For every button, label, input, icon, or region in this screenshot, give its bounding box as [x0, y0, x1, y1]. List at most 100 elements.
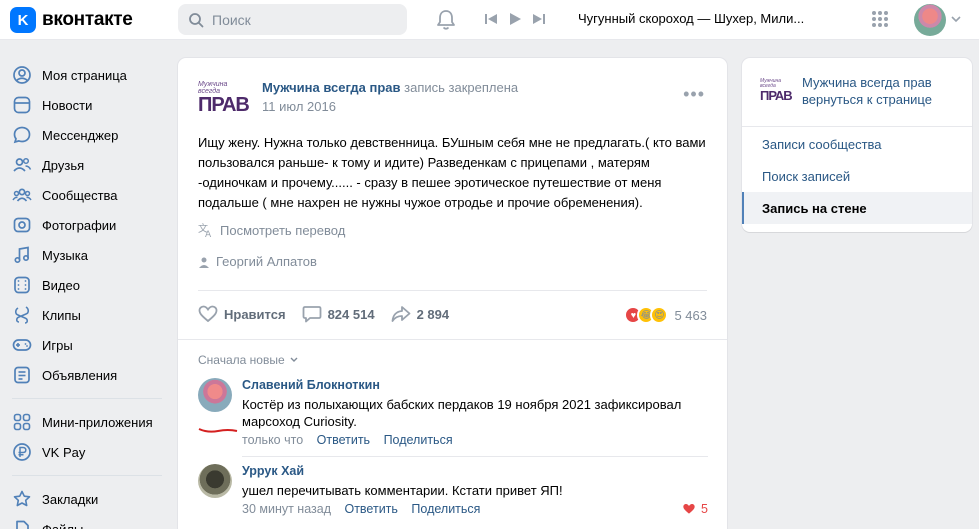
nav-item-chat[interactable]: Мессенджер — [12, 120, 172, 150]
commenter-name[interactable]: Уррук Хай — [242, 464, 708, 478]
next-track-icon[interactable] — [532, 12, 546, 26]
share-link[interactable]: Поделиться — [384, 433, 453, 447]
post-date[interactable]: 11 июл 2016 — [262, 99, 518, 114]
notifications-bell-icon[interactable] — [436, 9, 456, 34]
user-avatar[interactable] — [914, 4, 946, 36]
comment-footer: 30 минут назад Ответить Поделиться — [242, 502, 708, 516]
more-options-icon[interactable]: ••• — [683, 84, 705, 105]
post-author-link[interactable]: Мужчина всегда прав — [262, 80, 401, 95]
divider — [742, 126, 972, 127]
chevron-down-icon[interactable] — [951, 15, 961, 23]
nav-item-groups[interactable]: Сообщества — [12, 180, 172, 210]
nav-item-label: Объявления — [42, 367, 118, 383]
groups-icon — [12, 185, 32, 205]
back-to-page-link[interactable]: вернуться к странице — [802, 91, 932, 108]
chevron-down-icon — [290, 357, 298, 362]
menu-item-search-posts[interactable]: Поиск записей — [742, 160, 972, 192]
heart-outline-icon — [198, 305, 218, 323]
comment-footer: только что Ответить Поделиться — [242, 433, 708, 447]
red-underline-scribble — [198, 428, 238, 433]
nav-item-label: Фотографии — [42, 217, 117, 233]
nav-item-label: Музыка — [42, 247, 88, 263]
like-button[interactable]: Нравится — [198, 305, 286, 323]
left-navigation: Моя страница Новости Мессенджер Друзья Сообщ… — [12, 60, 172, 529]
divider — [178, 339, 727, 340]
nav-item-video[interactable]: Видео — [12, 270, 172, 300]
menu-item-wall-post[interactable]: Запись на стене — [742, 192, 972, 224]
vk-logo[interactable]: K вконтакте — [10, 7, 133, 33]
file-icon — [12, 519, 32, 529]
nav-item-label: Закладки — [42, 491, 99, 507]
translate-icon: 文A — [198, 222, 212, 238]
search-input[interactable] — [212, 11, 392, 28]
nav-item-file[interactable]: Файлы — [12, 514, 172, 529]
nav-item-label: Клипы — [42, 307, 81, 323]
ruble-icon — [12, 442, 32, 462]
share-icon — [391, 306, 410, 322]
comment-like-button[interactable]: 5 — [682, 502, 708, 516]
nav-item-bookmark[interactable]: Закладки — [12, 484, 172, 514]
nav-divider — [12, 398, 162, 399]
clips-icon — [12, 305, 32, 325]
play-icon[interactable] — [508, 12, 522, 26]
nav-item-music[interactable]: Музыка — [12, 240, 172, 270]
vk-logo-icon: K — [10, 7, 36, 33]
nav-item-user-circle[interactable]: Моя страница — [12, 60, 172, 90]
comment-time[interactable]: только что — [242, 433, 303, 447]
heart-filled-icon — [683, 504, 695, 514]
nav-item-label: Игры — [42, 337, 73, 353]
comment-text: Костёр из полыхающих бабских пердаков 19… — [242, 397, 682, 429]
friends-icon — [12, 155, 32, 175]
group-back-link[interactable]: Мужчина всегда ПРАВ Мужчина всегда прав … — [760, 74, 932, 108]
commenter-avatar[interactable] — [198, 378, 232, 412]
nav-item-label: Видео — [42, 277, 80, 293]
translate-link[interactable]: 文A Посмотреть перевод — [198, 222, 345, 238]
now-playing-track[interactable]: Чугунный скороход — Шухер, Мили... — [578, 11, 828, 26]
search-box[interactable] — [178, 4, 407, 35]
nav-item-clips[interactable]: Клипы — [12, 300, 172, 330]
gamepad-icon — [12, 335, 32, 355]
right-panel: Мужчина всегда ПРАВ Мужчина всегда прав … — [742, 58, 972, 232]
nav-item-label: Файлы — [42, 521, 84, 529]
apps-grid-icon[interactable] — [871, 10, 889, 31]
nav-item-photo[interactable]: Фотографии — [12, 210, 172, 240]
comment-item: Уррук Хай ушел перечитывать комментарии.… — [198, 464, 708, 524]
nav-item-label: Моя страница — [42, 67, 127, 83]
post-signer[interactable]: Георгий Алпатов — [198, 254, 317, 269]
search-icon — [189, 12, 204, 27]
post-text: Ищу жену. Нужна только девственница. БУш… — [198, 135, 706, 210]
nav-divider — [12, 475, 162, 476]
comments-button[interactable]: 824 514 — [302, 305, 375, 323]
nav-item-label: Сообщества — [42, 187, 118, 203]
commenter-avatar[interactable] — [198, 464, 232, 498]
divider — [198, 290, 707, 291]
reactions-count: 5 463 — [674, 307, 707, 323]
pinned-label: запись закреплена — [404, 80, 519, 95]
nav-item-gamepad[interactable]: Игры — [12, 330, 172, 360]
nav-item-friends[interactable]: Друзья — [12, 150, 172, 180]
divider — [242, 456, 708, 457]
reactions-summary[interactable]: ♥ 😂 😍 5 463 — [624, 306, 707, 324]
reply-link[interactable]: Ответить — [344, 502, 397, 516]
comments-sort[interactable]: Сначала новые — [198, 353, 299, 367]
comment-text: ушел перечитывать комментарии. Кстати пр… — [242, 483, 563, 498]
comment-time[interactable]: 30 минут назад — [242, 502, 331, 516]
share-button[interactable]: 2 894 — [391, 305, 449, 323]
prev-track-icon[interactable] — [484, 12, 498, 26]
apps-icon — [12, 412, 32, 432]
group-name: Мужчина всегда прав — [802, 75, 932, 90]
commenter-name[interactable]: Славений Блокноткин — [242, 378, 708, 392]
chat-icon — [12, 125, 32, 145]
nav-item-apps[interactable]: Мини-приложения — [12, 407, 172, 437]
nav-item-news[interactable]: Новости — [12, 90, 172, 120]
menu-item-community-posts[interactable]: Записи сообщества — [742, 128, 972, 160]
group-logo[interactable]: Мужчина всегда ПРАВ — [198, 74, 250, 122]
share-link[interactable]: Поделиться — [411, 502, 480, 516]
comment-like-count: 5 — [701, 502, 708, 516]
nav-item-ruble[interactable]: VK Pay — [12, 437, 172, 467]
comment-item: Славений Блокноткин Костёр из полыхающих… — [198, 378, 708, 458]
nav-item-label: Мессенджер — [42, 127, 119, 143]
nav-item-ads[interactable]: Объявления — [12, 360, 172, 390]
nav-item-label: Новости — [42, 97, 93, 113]
reply-link[interactable]: Ответить — [317, 433, 370, 447]
